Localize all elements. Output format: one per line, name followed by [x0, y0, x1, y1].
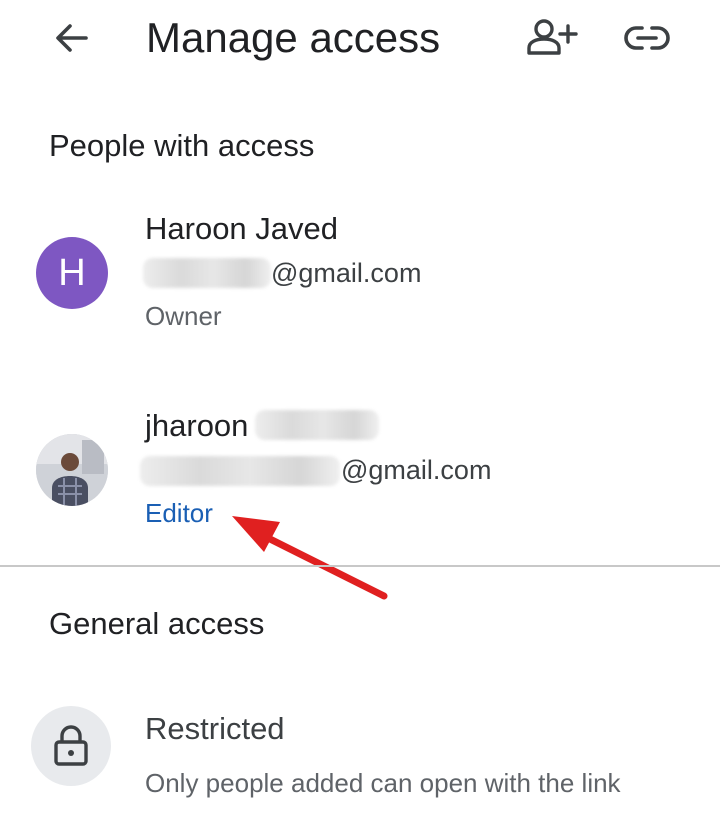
- role-label: Owner: [145, 301, 222, 331]
- app-bar: Manage access: [0, 0, 720, 80]
- avatar: H: [36, 237, 108, 309]
- lock-icon-circle: [31, 706, 111, 786]
- divider: [0, 565, 720, 567]
- access-description: Only people added can open with the link: [145, 768, 621, 798]
- link-icon[interactable]: [622, 18, 672, 58]
- redacted-email-blur: [143, 258, 271, 288]
- person-name: jharoon: [145, 408, 249, 443]
- red-arrow-annotation: [232, 516, 388, 600]
- arrow-back-icon[interactable]: [50, 16, 94, 60]
- general-access-heading: General access: [49, 606, 265, 641]
- person-add-icon[interactable]: [524, 14, 580, 62]
- person-email: @gmail.com: [341, 455, 492, 485]
- role-dropdown-editor[interactable]: Editor: [145, 497, 213, 529]
- people-with-access-heading: People with access: [49, 128, 315, 163]
- person-name: Haroon Javed: [145, 211, 339, 246]
- access-level-label[interactable]: Restricted: [145, 710, 285, 748]
- page-title: Manage access: [146, 14, 441, 61]
- avatar: [36, 434, 108, 506]
- person-email: @gmail.com: [271, 258, 422, 288]
- lock-icon: [54, 725, 88, 766]
- redacted-name-blur: [255, 410, 379, 440]
- redacted-email-blur: [140, 456, 340, 486]
